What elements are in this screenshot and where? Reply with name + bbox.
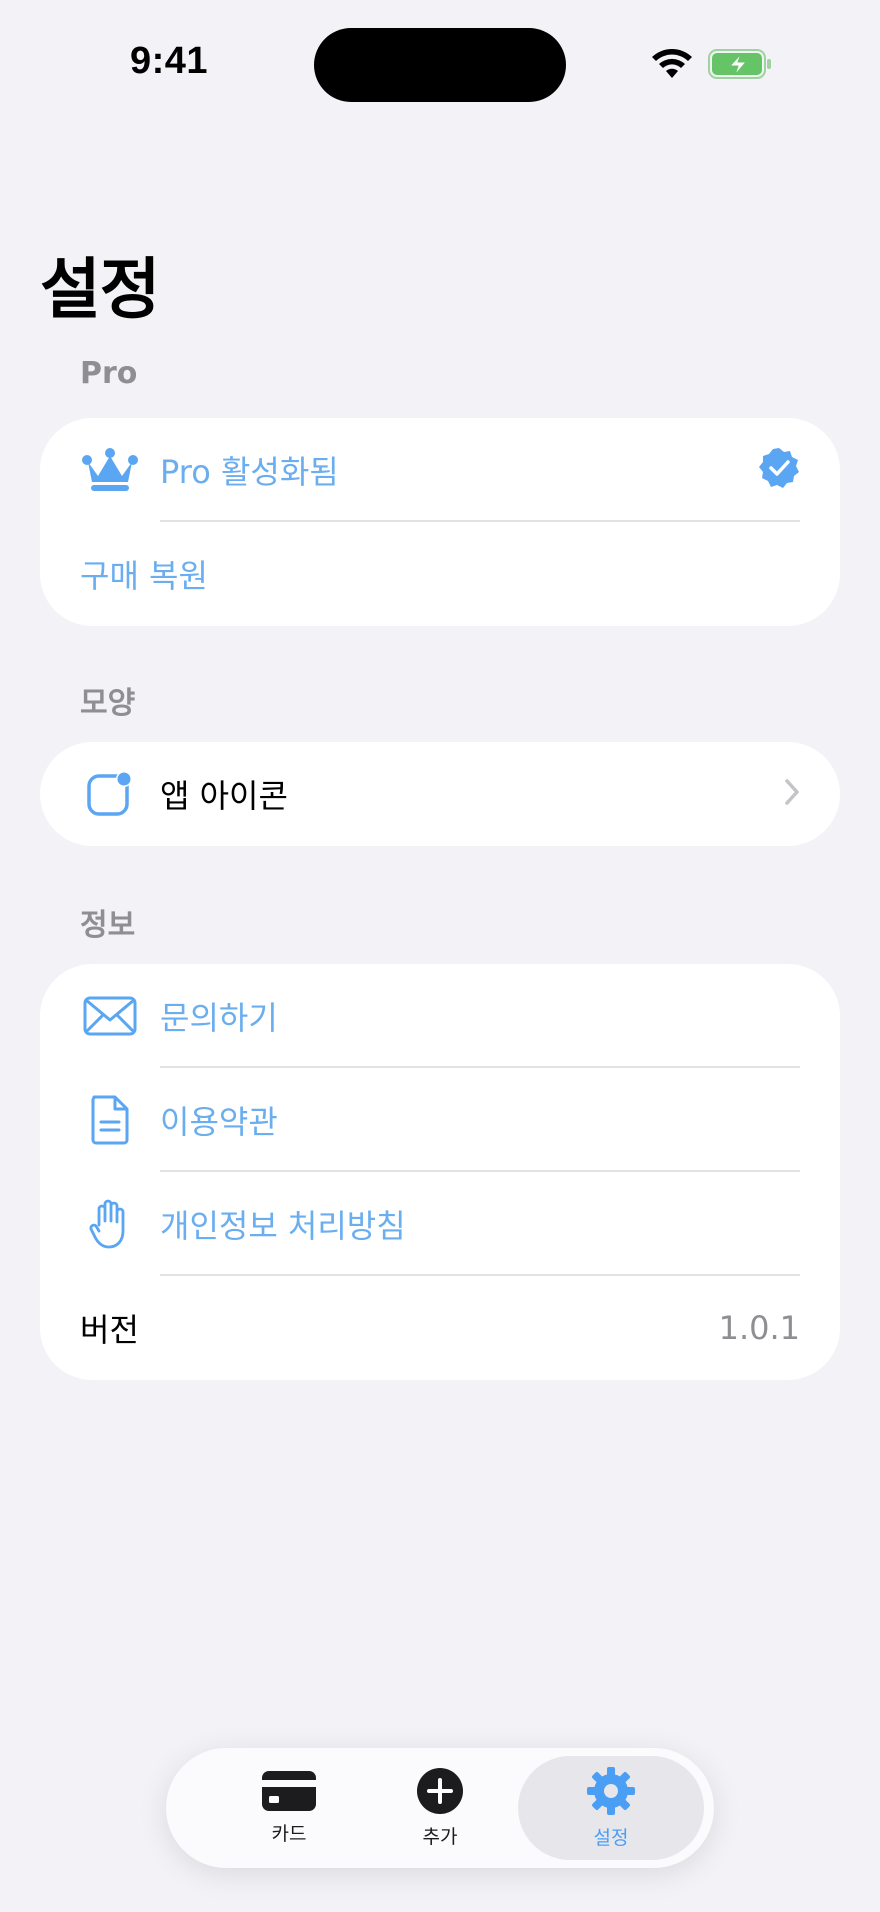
pro-group: Pro 활성화됨 구매 복원 [40, 418, 840, 626]
privacy-policy-row[interactable]: 개인정보 처리방침 [40, 1172, 840, 1276]
terms-row[interactable]: 이용약관 [40, 1068, 840, 1172]
tab-settings-label: 설정 [593, 1826, 629, 1849]
status-time: 9:41 [130, 40, 209, 82]
gear-icon [587, 1766, 635, 1815]
app-icon-label: 앱 아이콘 [160, 777, 288, 815]
contact-label: 문의하기 [160, 999, 278, 1037]
pro-status-row[interactable]: Pro 활성화됨 [40, 418, 840, 522]
tab-bar: 카드 추가 설정 [166, 1748, 714, 1868]
version-label: 버전 [80, 1311, 139, 1349]
appearance-group: 앱 아이콘 [40, 742, 840, 846]
tab-settings[interactable]: 설정 [518, 1756, 704, 1860]
privacy-policy-label: 개인정보 처리방침 [160, 1207, 406, 1245]
wifi-icon [652, 49, 692, 78]
page-title: 설정 [40, 251, 160, 328]
status-bar: 9:41 [0, 0, 880, 130]
envelope-icon [74, 964, 146, 1068]
app-icon-badge-icon [74, 742, 146, 846]
version-row: 버전 1.0.1 [40, 1276, 840, 1380]
checkmark-seal-icon [758, 447, 800, 493]
chevron-right-icon [784, 778, 800, 810]
battery-charging-icon [708, 49, 771, 79]
card-icon [262, 1770, 316, 1811]
version-value: 1.0.1 [718, 1309, 800, 1347]
crown-icon [74, 418, 146, 522]
dynamic-island [314, 28, 566, 102]
app-icon-row[interactable]: 앱 아이콘 [40, 742, 840, 846]
hand-icon [74, 1172, 146, 1276]
contact-row[interactable]: 문의하기 [40, 964, 840, 1068]
tab-cards-label: 카드 [271, 1822, 307, 1845]
info-group: 문의하기 이용약관 개인정보 처리방침 버전 1.0.1 [40, 964, 840, 1380]
restore-purchase-row[interactable]: 구매 복원 [40, 522, 840, 626]
section-header-appearance: 모양 [80, 686, 136, 721]
tab-add-label: 추가 [422, 1825, 458, 1848]
terms-label: 이용약관 [160, 1103, 278, 1141]
plus-circle-icon [417, 1767, 463, 1814]
section-header-info: 정보 [80, 908, 136, 943]
document-icon [74, 1068, 146, 1172]
tab-add[interactable]: 추가 [347, 1756, 533, 1860]
section-header-pro: Pro [80, 356, 138, 391]
pro-status-label: Pro 활성화됨 [160, 453, 339, 491]
restore-purchase-label: 구매 복원 [80, 557, 208, 595]
